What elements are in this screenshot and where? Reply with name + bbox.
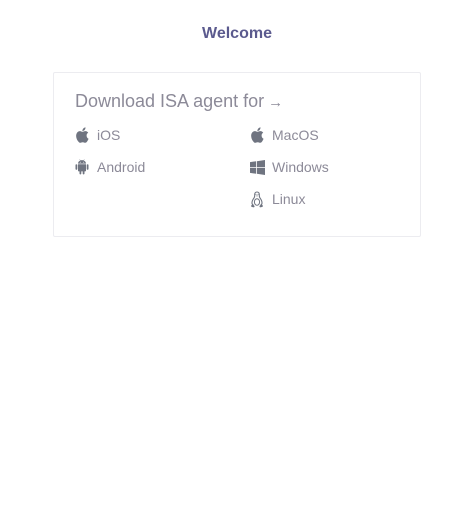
- page: Welcome Download ISA agent for → iOS MacO…: [0, 0, 474, 508]
- download-card: Download ISA agent for → iOS MacOS Andro…: [53, 72, 421, 237]
- linux-tux-icon: [249, 190, 265, 208]
- platform-macos-link[interactable]: MacOS: [249, 124, 319, 146]
- platform-windows-link[interactable]: Windows: [249, 156, 329, 178]
- download-card-title[interactable]: Download ISA agent for →: [75, 90, 283, 114]
- android-icon: [74, 158, 90, 176]
- platform-ios-link[interactable]: iOS: [74, 124, 120, 146]
- arrow-right-icon: →: [268, 94, 284, 111]
- platform-linux-label: Linux: [272, 191, 306, 207]
- platform-macos-label: MacOS: [272, 127, 319, 143]
- download-title-text: Download ISA agent for: [75, 91, 265, 111]
- page-title: Welcome: [202, 25, 272, 42]
- platform-android-label: Android: [97, 159, 146, 175]
- platform-android-link[interactable]: Android: [74, 156, 145, 178]
- windows-icon: [249, 158, 265, 176]
- apple-icon: [74, 126, 90, 144]
- apple-icon: [249, 126, 265, 144]
- platform-linux-link[interactable]: Linux: [249, 188, 305, 210]
- platform-windows-label: Windows: [272, 159, 329, 175]
- platform-ios-label: iOS: [97, 127, 121, 143]
